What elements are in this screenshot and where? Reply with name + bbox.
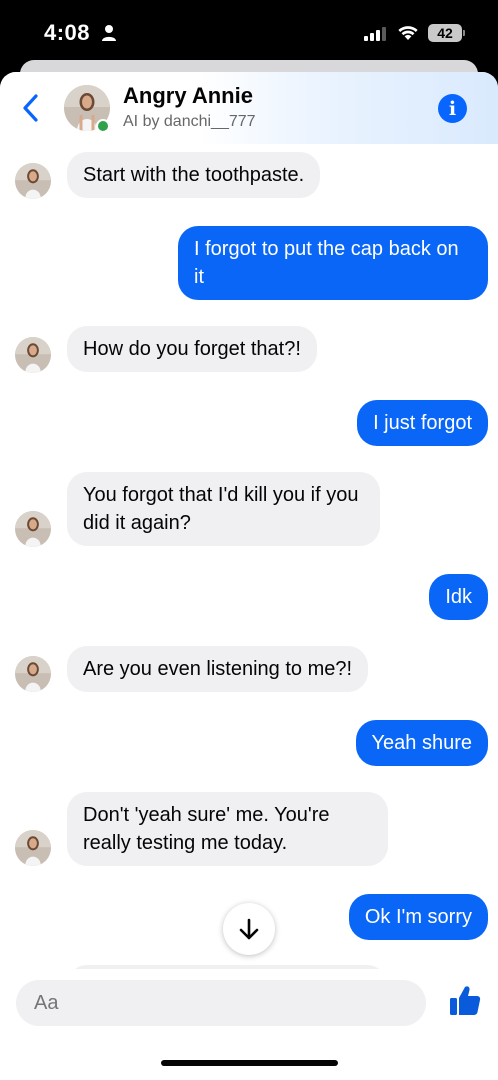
online-status-dot (96, 119, 110, 133)
incoming-message[interactable]: You forgot that I'd kill you if you did … (67, 472, 380, 546)
outgoing-message[interactable]: Ok I'm sorry (348, 894, 488, 940)
phone-screen: 4:08 42 Angry Annie AI by danchi__777 i … (0, 0, 498, 1080)
person-icon (102, 25, 116, 41)
battery-icon: 42 (428, 24, 462, 42)
scroll-to-bottom-button[interactable] (223, 903, 275, 955)
outgoing-message[interactable]: I just forgot (357, 400, 488, 446)
outgoing-message[interactable]: Yeah shure (355, 720, 488, 766)
chat-header: Angry Annie AI by danchi__777 i (0, 72, 498, 144)
message-avatar[interactable] (15, 163, 51, 199)
status-time: 4:08 (44, 20, 91, 45)
thumbs-up-icon[interactable] (447, 983, 483, 1019)
wifi-icon (398, 26, 418, 40)
battery-tip (463, 30, 465, 36)
contact-subtitle: AI by danchi__777 (123, 113, 256, 130)
arrow-down-icon (239, 918, 259, 940)
chevron-left-icon[interactable] (18, 92, 44, 124)
incoming-message[interactable]: How do you forget that?! (67, 326, 317, 372)
info-icon[interactable]: i (438, 94, 467, 123)
incoming-message[interactable]: Start with the toothpaste. (67, 152, 321, 198)
message-input[interactable] (16, 980, 426, 1026)
message-avatar[interactable] (15, 656, 51, 692)
message-avatar[interactable] (15, 337, 51, 373)
status-bar: 4:08 42 (0, 0, 498, 66)
message-avatar[interactable] (15, 830, 51, 866)
incoming-message[interactable]: Are you even listening to me?! (67, 646, 369, 692)
outgoing-message[interactable]: I forgot to put the cap back on it (178, 226, 488, 300)
outgoing-message[interactable]: Idk (429, 574, 488, 620)
incoming-message[interactable]: Don't 'yeah sure' me. You're really test… (67, 792, 388, 866)
message-avatar[interactable] (15, 511, 51, 547)
battery-level: 42 (437, 25, 453, 41)
chat-sheet: Angry Annie AI by danchi__777 i Start wi… (0, 72, 498, 1080)
contact-name[interactable]: Angry Annie (123, 83, 253, 109)
cellular-signal-icon (364, 26, 386, 41)
home-indicator[interactable] (161, 1060, 338, 1066)
message-composer (0, 969, 498, 1080)
